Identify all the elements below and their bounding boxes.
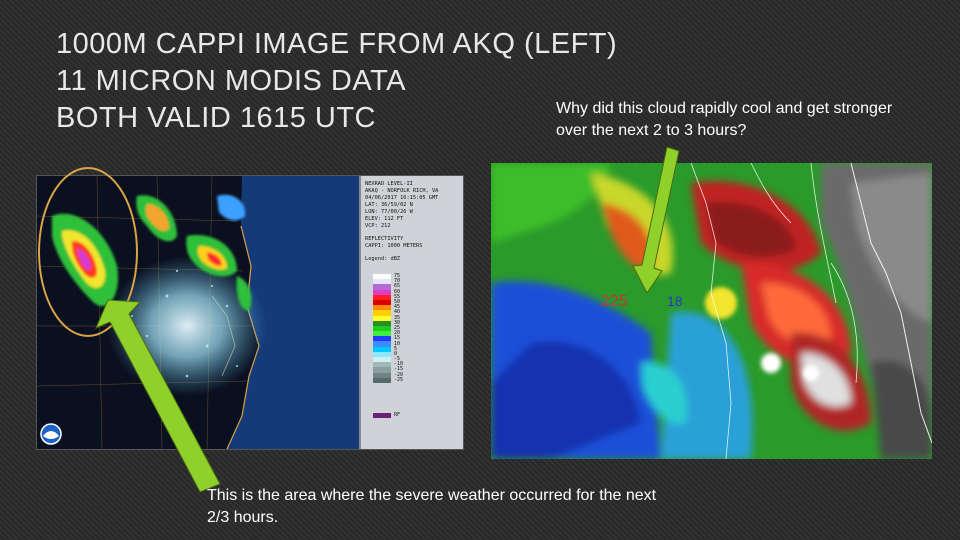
radar-metadata: NEXRAD LEVEL-II AKAQ - NORFOLK RICH, VA 04… (365, 181, 459, 230)
rf-label: RF (394, 412, 401, 418)
dbz-color-scale: 75 70 65 60 55 50 45 40 35 30 25 20 15 10 5 0 -5 -10 -15 -2… (373, 274, 403, 383)
radar-meta-line: ELEV: 112 FT (365, 216, 404, 222)
legend-title: Legend: dBZ (365, 256, 401, 262)
noaa-logo-icon (40, 423, 62, 445)
modis-map: 225 18 (491, 163, 932, 459)
modis-satellite-image: 225 18 (491, 163, 932, 459)
rf-legend-row: RF (373, 412, 400, 418)
title-line-1: 1000M CAPPI IMAGE FROM AKQ (LEFT) (56, 28, 618, 60)
radar-product-line: CAPPI: 1000 METERS (365, 243, 423, 249)
radar-meta-line: VCP: 212 (365, 223, 391, 229)
radar-meta-line: AKAQ - NORFOLK RICH, VA (365, 188, 439, 194)
radar-meta-line: NEXRAD LEVEL-II (365, 181, 413, 187)
dbz-label: -25 (394, 376, 404, 383)
radar-meta-line: LAT: 36/59/02 N (365, 202, 413, 208)
sat-label-18: 18 (667, 293, 683, 309)
radar-legend-panel: NEXRAD LEVEL-II AKAQ - NORFOLK RICH, VA 04… (359, 176, 463, 449)
title-line-2: 11 MICRON MODIS DATA (56, 65, 406, 97)
radar-image: NEXRAD LEVEL-II AKAQ - NORFOLK RICH, VA 04… (36, 175, 464, 450)
radar-map (37, 176, 359, 449)
question-text: Why did this cloud rapidly cool and get … (556, 100, 893, 139)
radar-product-line: REFLECTIVITY (365, 236, 404, 242)
title-line-3: BOTH VALID 1615 UTC (56, 102, 377, 134)
rf-swatch (373, 412, 391, 418)
radar-meta-line: 04/06/2017 16:15:05 GMT (365, 195, 439, 201)
dbz-swatch (373, 377, 391, 383)
dbz-scale-row: -25 (373, 376, 404, 383)
slide-title: 1000M CAPPI IMAGE FROM AKQ (LEFT) 11 MIC… (56, 26, 617, 137)
radar-meta-line: LON: 77/00/26 W (365, 209, 413, 215)
radar-product: REFLECTIVITY CAPPI: 1000 METERS (365, 236, 459, 250)
sat-label-225: 225 (601, 293, 628, 310)
caption-text: This is the area where the severe weathe… (207, 487, 657, 526)
